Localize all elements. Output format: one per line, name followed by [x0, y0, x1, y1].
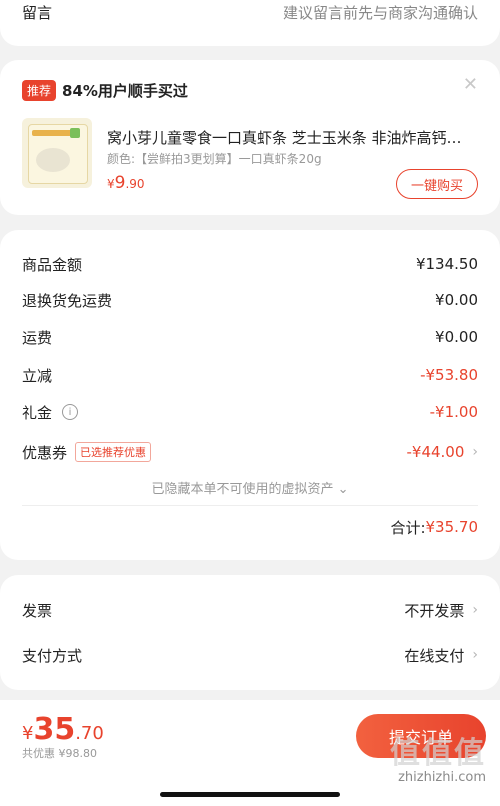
product-variant: 颜色:【尝鲜拍3更划算】一口真虾条20g [107, 152, 322, 166]
product-title[interactable]: 窝小芽儿童零食一口真虾条 芝士玉米条 非油炸高钙… [107, 127, 477, 148]
recommend-tag: 推荐 [22, 80, 57, 101]
return-shipping-label: 退换货免运费 [22, 291, 113, 310]
total-value: ¥35.70 [425, 518, 479, 536]
gift-label-group: 礼金 i [22, 402, 79, 423]
product-price: ¥ 9 .90 [107, 173, 145, 193]
note-input[interactable]: 建议留言前先与商家沟通确认 [283, 2, 478, 23]
note-row[interactable]: 留言 建议留言前先与商家沟通确认 [22, 0, 478, 24]
coupon-value: -¥44.00 [406, 443, 465, 461]
recommend-header: 推荐 84%用户顺手买过 [22, 80, 188, 101]
coupon-label-group: 优惠券 已选推荐优惠 [22, 442, 152, 463]
shipping-label: 运费 [22, 328, 53, 347]
bottom-currency: ¥ [22, 723, 34, 744]
product-thumbnail[interactable] [22, 118, 92, 188]
goods-amount-value: ¥134.50 [415, 255, 478, 273]
bottom-price-integer: 35 [33, 712, 76, 747]
total-row: 合计: ¥35.70 [22, 515, 478, 539]
chevron-right-icon: › [472, 444, 478, 460]
summary-row-shipping: 运费 ¥0.00 [22, 325, 478, 349]
summary-row-coupon[interactable]: 优惠券 已选推荐优惠 -¥44.00 › [22, 440, 478, 464]
coupon-tag: 已选推荐优惠 [75, 442, 152, 462]
invoice-row[interactable]: 发票 不开发票 › [22, 598, 478, 622]
note-label: 留言 [22, 3, 53, 22]
note-card: 留言 建议留言前先与商家沟通确认 [0, 0, 500, 46]
payment-value-group: 在线支付 › [404, 645, 478, 666]
close-icon[interactable]: ✕ [463, 74, 478, 95]
discount-label: 立减 [22, 366, 53, 385]
invoice-label: 发票 [22, 601, 53, 620]
summary-row-goods: 商品金额 ¥134.50 [22, 252, 478, 276]
payment-method-row[interactable]: 支付方式 在线支付 › [22, 643, 478, 667]
watermark-text: zhizhizhi.com [398, 770, 486, 785]
chevron-right-icon: › [472, 602, 478, 618]
bottom-price-decimal: .70 [75, 723, 104, 744]
coupon-value-group: -¥44.00 › [406, 443, 478, 461]
price-integer: 9 [114, 173, 126, 193]
chevron-right-icon: › [472, 647, 478, 663]
invoice-value: 不开发票 [404, 601, 465, 620]
home-indicator[interactable] [160, 792, 340, 797]
thumbnail-bowl [36, 148, 70, 172]
goods-amount-label: 商品金额 [22, 255, 83, 274]
recommend-headline: 84%用户顺手买过 [62, 82, 188, 100]
gift-label: 礼金 [22, 403, 53, 422]
price-decimal: .90 [125, 177, 145, 191]
price-currency: ¥ [107, 177, 115, 191]
info-icon[interactable]: i [62, 404, 79, 420]
watermark-logo: 值值值 [390, 736, 486, 771]
thumbnail-label [32, 130, 72, 136]
one-click-buy-button[interactable]: 一键购买 [396, 169, 478, 199]
divider [22, 505, 478, 506]
summary-row-discount: 立减 -¥53.80 [22, 363, 478, 387]
payment-method-value: 在线支付 [404, 646, 465, 665]
saved-amount: 共优惠 ¥98.80 [22, 747, 97, 760]
summary-row-gift: 礼金 i -¥1.00 [22, 400, 478, 424]
coupon-label: 优惠券 [22, 443, 68, 462]
discount-value: -¥53.80 [420, 366, 478, 384]
hidden-assets-toggle[interactable]: 已隐藏本单不可使用的虚拟资产 ⌄ [0, 478, 500, 497]
thumbnail-leaf [70, 128, 80, 138]
shipping-value: ¥0.00 [435, 328, 478, 346]
invoice-value-group: 不开发票 › [404, 600, 478, 621]
bottom-total-price: ¥ 35 .70 [22, 712, 104, 747]
summary-card [0, 230, 500, 560]
return-shipping-value: ¥0.00 [435, 291, 478, 309]
payment-method-label: 支付方式 [22, 646, 83, 665]
gift-value: -¥1.00 [429, 403, 478, 421]
summary-row-return-shipping: 退换货免运费 ¥0.00 [22, 288, 478, 312]
total-label: 合计: [390, 518, 426, 537]
invoice-payment-card [0, 575, 500, 690]
